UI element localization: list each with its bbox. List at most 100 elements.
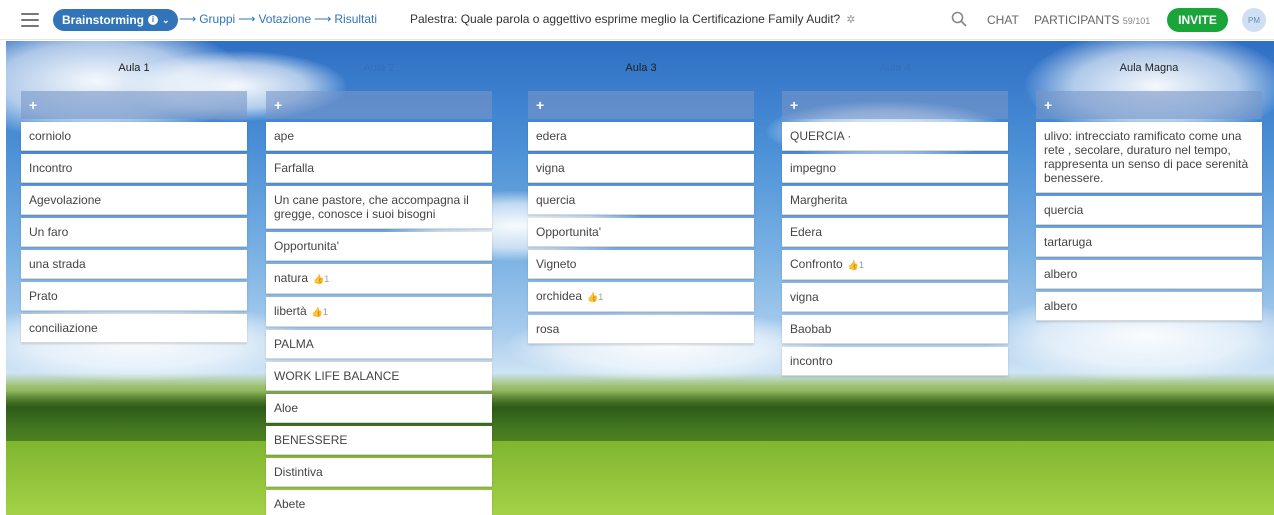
add-card-button[interactable]: + [266,91,492,119]
tree-line [6,391,1274,446]
idea-card[interactable]: Confronto 👍1 [782,250,1008,280]
idea-card[interactable]: Distintiva [266,458,492,487]
idea-card[interactable]: BENESSERE [266,426,492,455]
arrow-icon: ⟶ [179,12,197,26]
idea-card[interactable]: vigna [528,154,754,183]
column-3: + QUERCIA · impegno Margherita Edera Confront… [782,91,1008,376]
idea-card[interactable]: conciliazione [21,314,247,343]
thumbs-up-icon[interactable]: 👍 [848,260,859,270]
idea-card-text: vigna [790,290,819,304]
idea-card-text: Baobab [790,322,832,336]
idea-card-text: tartaruga [1044,235,1093,249]
add-card-button[interactable]: + [782,91,1008,119]
idea-card[interactable]: Baobab [782,315,1008,344]
idea-card-text: PALMA [274,337,314,351]
idea-card[interactable]: Vigneto [528,250,754,279]
idea-card-text: natura [274,271,309,285]
idea-card[interactable]: PALMA [266,330,492,359]
avatar[interactable]: PM [1242,8,1266,32]
idea-card[interactable]: Opportunita' [266,232,492,261]
idea-card[interactable]: quercia [528,186,754,215]
idea-card[interactable]: Agevolazione [21,186,247,215]
idea-card-text: incontro [790,354,833,368]
idea-card[interactable]: incontro [782,347,1008,376]
step-votazione[interactable]: Votazione [258,12,311,26]
idea-card[interactable]: Aloe [266,394,492,423]
idea-card-text: albero [1044,267,1078,281]
info-icon: i [148,15,159,25]
arrow-icon: ⟶ [238,12,256,26]
idea-card[interactable]: Un cane pastore, che accompagna il gregg… [266,186,492,229]
idea-card[interactable]: Farfalla [266,154,492,183]
idea-card[interactable]: tartaruga [1036,228,1262,257]
idea-card[interactable]: albero [1036,260,1262,289]
gear-icon[interactable]: ✲ [846,13,855,26]
idea-card[interactable]: libertà 👍1 [266,297,492,327]
search-icon[interactable] [951,11,967,27]
idea-card-text: Abete [274,497,306,511]
idea-card[interactable]: Incontro [21,154,247,183]
idea-card-text: Distintiva [274,465,323,479]
idea-card[interactable]: Margherita [782,186,1008,215]
idea-card[interactable]: albero [1036,292,1262,321]
idea-card[interactable]: Prato [21,282,247,311]
step-gruppi[interactable]: Gruppi [199,12,235,26]
idea-card[interactable]: orchidea 👍1 [528,282,754,312]
plus-icon: + [790,97,799,113]
idea-card[interactable]: WORK LIFE BALANCE [266,362,492,391]
column-0: + corniolo Incontro Agevolazione Un faro una … [21,91,247,343]
plus-icon: + [536,97,545,113]
plus-icon: + [1044,97,1053,113]
idea-card[interactable]: corniolo [21,122,247,151]
idea-card[interactable]: ape [266,122,492,151]
thumbs-up-icon[interactable]: 👍 [312,307,323,317]
thumbs-up-icon[interactable]: 👍 [587,292,598,302]
idea-card[interactable]: ulivo: intrecciato ramificato come una r… [1036,122,1262,193]
idea-card[interactable]: Un faro [21,218,247,247]
participants-label: PARTICIPANTS [1034,13,1120,27]
idea-card[interactable]: Opportunita' [528,218,754,247]
participants-count: 59/101 [1122,16,1151,26]
idea-card[interactable]: quercia [1036,196,1262,225]
idea-card[interactable]: QUERCIA · [782,122,1008,151]
column-title: Aula Magna [1119,62,1179,74]
column-title: Aula 1 [118,62,150,74]
idea-card-text: Incontro [29,161,73,175]
idea-card[interactable]: edera [528,122,754,151]
add-card-button[interactable]: + [21,91,247,119]
chat-link[interactable]: CHAT [987,13,1019,27]
invite-button[interactable]: INVITE [1167,8,1228,32]
chevron-down-icon: ⌄ [162,14,170,25]
idea-card[interactable]: una strada [21,250,247,279]
phase-dropdown[interactable]: Brainstorming i ⌄ [53,9,178,31]
idea-card[interactable]: impegno [782,154,1008,183]
idea-card-text: WORK LIFE BALANCE [274,369,400,383]
hamburger-icon[interactable] [21,13,39,27]
idea-card[interactable]: Abete [266,490,492,515]
column-1: + ape Farfalla Un cane pastore, che accompa… [266,91,492,515]
idea-card[interactable]: natura 👍1 [266,264,492,294]
idea-card-text: QUERCIA · [790,129,852,143]
idea-card-text: corniolo [29,129,72,143]
idea-card-text: una strada [29,257,86,271]
idea-card-text: quercia [536,193,576,207]
add-card-button[interactable]: + [528,91,754,119]
idea-card-text: Agevolazione [29,193,102,207]
idea-card-text: libertà [274,304,307,318]
idea-card-text: Vigneto [536,257,577,271]
step-risultati[interactable]: Risultati [334,12,377,26]
idea-card[interactable]: rosa [528,315,754,344]
idea-card-text: orchidea [536,289,583,303]
participants-link[interactable]: PARTICIPANTS 59/101 [1034,13,1150,27]
column-title: Aula 3 [625,62,657,74]
thumbs-up-icon[interactable]: 👍 [313,274,324,284]
session-title-text: Palestra: Quale parola o aggettivo espri… [410,12,841,26]
top-bar: Brainstorming i ⌄ ⟶ Gruppi ⟶ Votazione ⟶… [0,0,1274,40]
idea-card-text: rosa [536,322,560,336]
idea-card-text: Margherita [790,193,848,207]
grass-field [6,441,1274,515]
phase-steps: ⟶ Gruppi ⟶ Votazione ⟶ Risultati [176,12,377,26]
idea-card[interactable]: Edera [782,218,1008,247]
add-card-button[interactable]: + [1036,91,1262,119]
idea-card[interactable]: vigna [782,283,1008,312]
